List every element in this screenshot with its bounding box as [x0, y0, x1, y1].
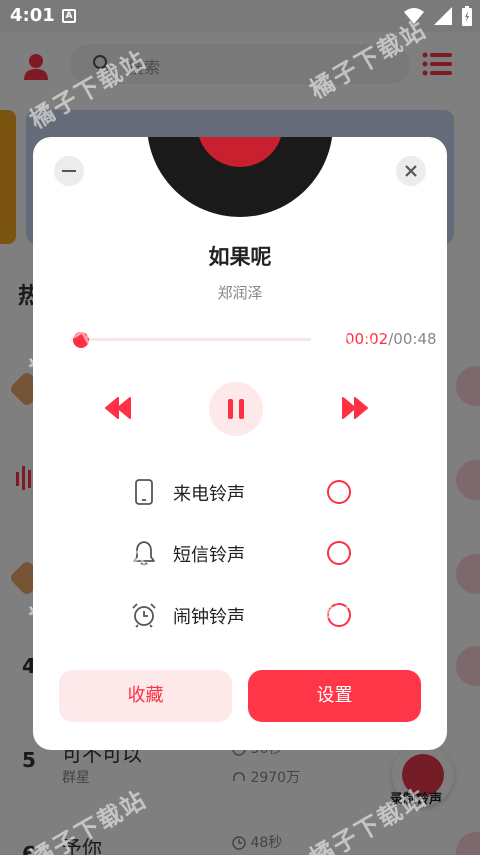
signal-icon: [434, 7, 452, 25]
option-sms[interactable]: 短信铃声: [33, 531, 447, 575]
option-ringtone[interactable]: 来电铃声: [33, 470, 447, 514]
alarm-clock-icon: [132, 603, 156, 628]
phone-icon: [135, 479, 153, 505]
fast-forward-icon[interactable]: [342, 397, 368, 419]
total-time: 00:48: [393, 330, 437, 348]
status-time: 4:01: [10, 5, 55, 26]
option-label: 闹钟铃声: [173, 607, 245, 628]
option-alarm[interactable]: 闹钟铃声: [33, 593, 447, 637]
pause-button[interactable]: [209, 382, 263, 436]
option-radio[interactable]: [327, 541, 351, 565]
minimize-button[interactable]: [54, 156, 84, 186]
song-title: 如果呢: [208, 245, 272, 269]
notification-icon: A: [62, 9, 76, 23]
current-time: 00:02: [345, 330, 389, 348]
status-icons: [404, 6, 472, 26]
set-button[interactable]: 设置: [248, 670, 421, 722]
option-radio[interactable]: [327, 480, 351, 504]
option-label: 短信铃声: [173, 545, 245, 566]
close-icon: [405, 165, 417, 177]
option-label: 来电铃声: [173, 484, 245, 505]
pause-icon: [228, 399, 244, 419]
song-artist: 郑润泽: [217, 284, 263, 302]
progress-track[interactable]: [71, 338, 311, 341]
close-button[interactable]: [396, 156, 426, 186]
battery-icon: [462, 6, 472, 26]
progress-thumb[interactable]: [72, 332, 89, 348]
option-radio[interactable]: [327, 603, 351, 627]
status-bar: 4:01 A: [0, 0, 480, 32]
dialog-body: [33, 137, 447, 750]
rewind-icon[interactable]: [105, 397, 131, 419]
favorite-button[interactable]: 收藏: [59, 670, 232, 722]
time-display: 00:02/00:48: [345, 330, 437, 348]
wifi-icon: [404, 8, 424, 24]
ringtone-dialog: 如果呢 郑润泽 00:02/00:48 来电铃声 短信铃声 闹钟铃声 收藏 设置: [33, 137, 447, 750]
bell-icon: [133, 541, 155, 566]
